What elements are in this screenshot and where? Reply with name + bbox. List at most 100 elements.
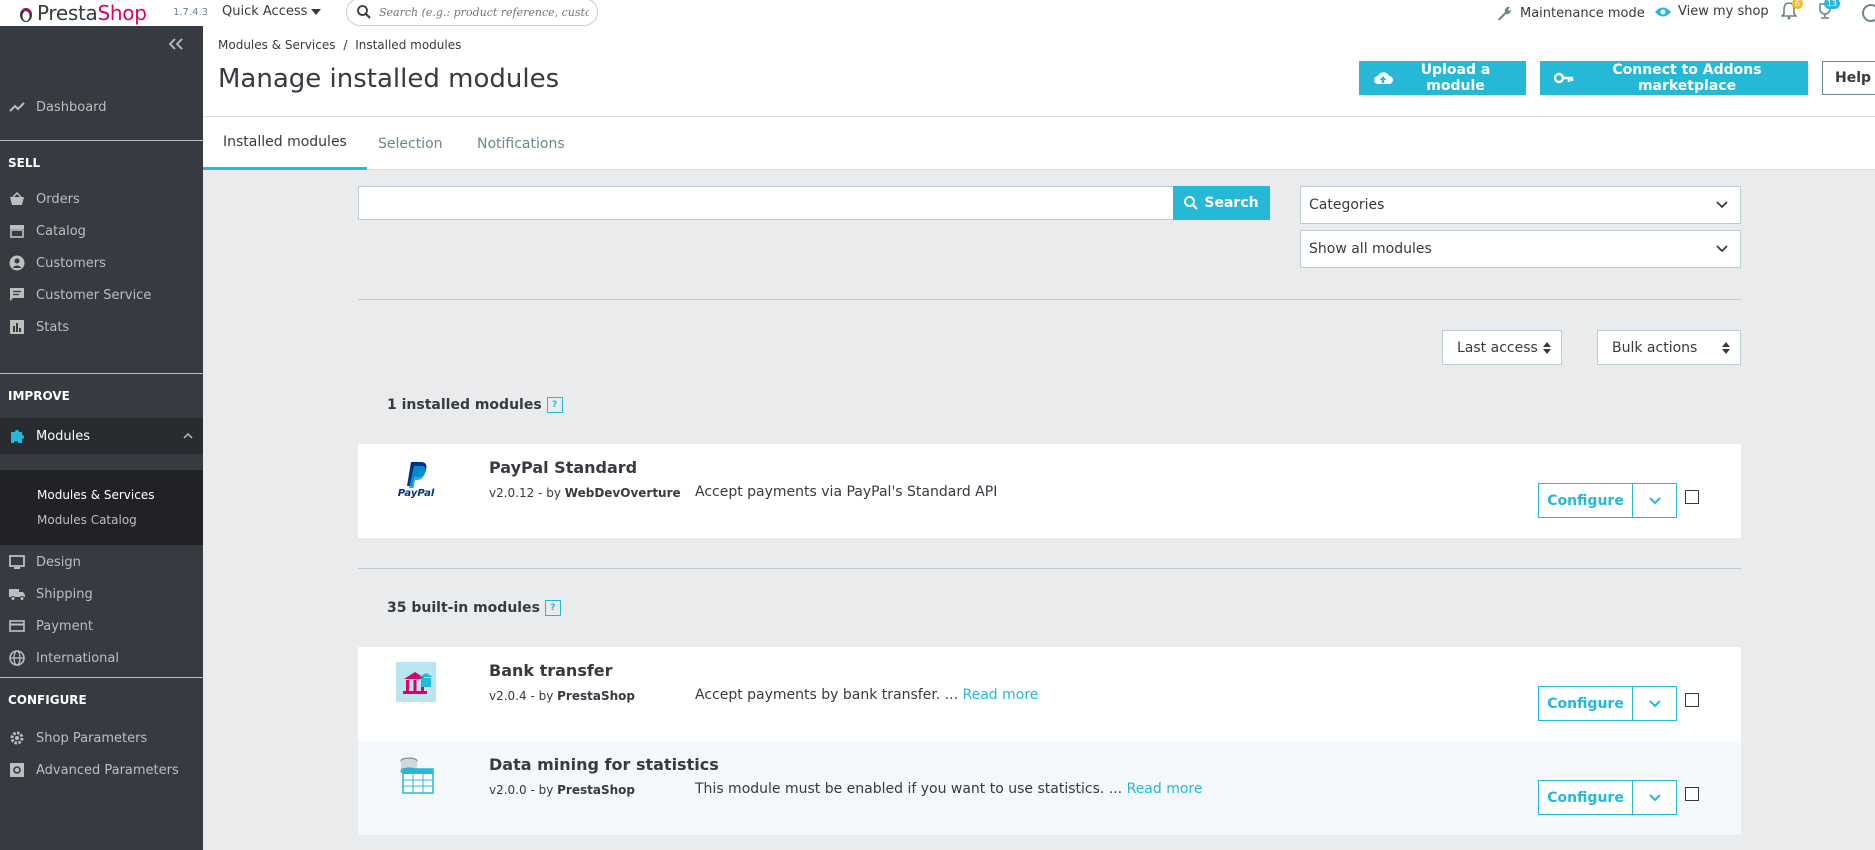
sidebar-label: Shop Parameters bbox=[36, 730, 148, 746]
sidebar-label: Design bbox=[36, 554, 81, 570]
divider bbox=[358, 568, 1741, 569]
count-text: 35 built-in modules bbox=[387, 600, 540, 616]
tab-installed-modules[interactable]: Installed modules bbox=[203, 117, 367, 170]
divider bbox=[358, 299, 1741, 300]
search-button-label: Search bbox=[1204, 195, 1259, 211]
sidebar-item-catalog[interactable]: Catalog bbox=[0, 217, 203, 245]
read-more-link[interactable]: Read more bbox=[963, 687, 1039, 703]
sidebar-label: Payment bbox=[36, 618, 93, 634]
sort-arrows-icon bbox=[1722, 341, 1730, 354]
user-icon bbox=[1862, 4, 1875, 22]
sidebar-divider bbox=[0, 140, 203, 141]
header-search bbox=[346, 0, 598, 26]
page-header: Modules & Services / Installed modules M… bbox=[203, 26, 1875, 117]
paypal-logo: PayPal bbox=[395, 458, 437, 500]
sidebar-label: Advanced Parameters bbox=[36, 762, 179, 778]
globe-icon bbox=[9, 650, 25, 666]
basket-icon bbox=[9, 192, 25, 206]
categories-select[interactable]: Categories bbox=[1300, 186, 1741, 224]
collapse-sidebar-button[interactable] bbox=[169, 38, 183, 50]
orders-notifications[interactable]: 13 bbox=[1816, 0, 1840, 20]
sidebar-item-stats[interactable]: Stats bbox=[0, 313, 203, 341]
maintenance-mode-link[interactable]: Maintenance mode bbox=[1496, 4, 1645, 22]
sidebar-item-customers[interactable]: Customers bbox=[0, 249, 203, 277]
sidebar-label: International bbox=[36, 650, 119, 666]
module-name: Bank transfer bbox=[489, 661, 613, 680]
sidebar-label: Stats bbox=[36, 319, 70, 335]
module-version: v2.0.4 - by PrestaShop bbox=[489, 689, 635, 703]
tab-notifications[interactable]: Notifications bbox=[457, 117, 585, 170]
count-text: 1 installed modules bbox=[387, 397, 542, 413]
sidebar-item-dashboard[interactable]: Dashboard bbox=[0, 93, 203, 121]
view-shop-label: View my shop bbox=[1678, 4, 1769, 19]
trending-up-icon bbox=[9, 101, 25, 113]
sidebar-item-international[interactable]: International bbox=[0, 644, 203, 672]
module-select-checkbox[interactable] bbox=[1685, 693, 1699, 707]
section-improve: IMPROVE bbox=[8, 389, 70, 403]
status-filter-select[interactable]: Show all modules bbox=[1300, 230, 1741, 268]
sidebar-item-advanced-parameters[interactable]: Advanced Parameters bbox=[0, 756, 203, 784]
employee-avatar[interactable] bbox=[1862, 4, 1875, 22]
quick-access-dropdown[interactable]: Quick Access bbox=[222, 4, 322, 19]
module-select-checkbox[interactable] bbox=[1685, 787, 1699, 801]
notifications-bell[interactable]: 6 bbox=[1781, 0, 1803, 20]
builtin-modules-count: 35 built-in modules ? bbox=[387, 600, 561, 616]
sort-select[interactable]: Last access bbox=[1442, 330, 1562, 365]
sidebar-item-customer-service[interactable]: Customer Service bbox=[0, 281, 203, 309]
module-search-input[interactable] bbox=[358, 186, 1174, 220]
search-button[interactable]: Search bbox=[1173, 186, 1270, 220]
module-actions-dropdown[interactable] bbox=[1632, 780, 1677, 815]
help-question-icon[interactable]: ? bbox=[546, 397, 563, 413]
module-description: This module must be enabled if you want … bbox=[695, 781, 1203, 797]
bulk-actions-select[interactable]: Bulk actions bbox=[1597, 330, 1741, 365]
sidebar-label: Modules bbox=[36, 428, 91, 444]
module-actions-dropdown[interactable] bbox=[1632, 483, 1677, 518]
module-name: PayPal Standard bbox=[489, 458, 638, 477]
categories-value: Categories bbox=[1309, 197, 1385, 213]
sidebar-label: Dashboard bbox=[36, 99, 107, 115]
module-select-checkbox[interactable] bbox=[1685, 490, 1699, 504]
chevron-down-icon bbox=[1648, 496, 1661, 505]
breadcrumb-modules-services[interactable]: Modules & Services bbox=[218, 38, 335, 52]
sidebar-item-design[interactable]: Design bbox=[0, 548, 203, 576]
page-title: Manage installed modules bbox=[218, 64, 560, 94]
data-mining-logo bbox=[395, 755, 437, 797]
help-question-icon[interactable]: ? bbox=[544, 600, 561, 616]
quick-access-label: Quick Access bbox=[222, 4, 308, 19]
double-chevron-left-icon bbox=[169, 38, 183, 50]
header-search-input[interactable] bbox=[379, 5, 589, 19]
submenu-modules-services[interactable]: Modules & Services bbox=[37, 488, 154, 502]
prestashop-logo[interactable]: PrestaShop bbox=[18, 0, 147, 26]
module-actions-dropdown[interactable] bbox=[1632, 686, 1677, 721]
chat-icon bbox=[9, 287, 25, 303]
view-my-shop-link[interactable]: View my shop bbox=[1654, 4, 1769, 19]
notification-badge: 6 bbox=[1791, 0, 1803, 9]
read-more-link[interactable]: Read more bbox=[1127, 781, 1203, 797]
sidebar-item-shipping[interactable]: Shipping bbox=[0, 580, 203, 608]
upload-module-button[interactable]: Upload a module bbox=[1359, 61, 1526, 95]
configure-button[interactable]: Configure bbox=[1538, 780, 1633, 815]
sidebar-item-payment[interactable]: Payment bbox=[0, 612, 203, 640]
sidebar-label: Shipping bbox=[36, 586, 93, 602]
bar-chart-icon bbox=[9, 320, 25, 334]
sidebar-label: Orders bbox=[36, 191, 80, 207]
upload-label: Upload a module bbox=[1420, 62, 1491, 94]
module-name: Data mining for statistics bbox=[489, 755, 719, 774]
sidebar-label: Customers bbox=[36, 255, 106, 271]
module-version: v2.0.12 - by WebDevOverture bbox=[489, 486, 681, 500]
help-button[interactable]: Help bbox=[1822, 61, 1875, 95]
sidebar-item-orders[interactable]: Orders bbox=[0, 185, 203, 213]
sidebar-label: Customer Service bbox=[36, 287, 152, 303]
configure-button[interactable]: Configure bbox=[1538, 686, 1633, 721]
tab-selection[interactable]: Selection bbox=[358, 117, 463, 170]
section-configure: CONFIGURE bbox=[8, 693, 87, 707]
search-icon bbox=[357, 5, 371, 19]
bulk-actions-value: Bulk actions bbox=[1612, 339, 1698, 356]
connect-addons-button[interactable]: Connect to Addons marketplace bbox=[1540, 61, 1808, 95]
sidebar-item-modules[interactable]: Modules bbox=[0, 418, 203, 454]
submenu-modules-catalog[interactable]: Modules Catalog bbox=[37, 513, 137, 527]
truck-icon bbox=[9, 587, 25, 601]
configure-button[interactable]: Configure bbox=[1538, 483, 1633, 518]
bank-logo bbox=[395, 661, 437, 703]
sidebar-item-shop-parameters[interactable]: Shop Parameters bbox=[0, 724, 203, 752]
